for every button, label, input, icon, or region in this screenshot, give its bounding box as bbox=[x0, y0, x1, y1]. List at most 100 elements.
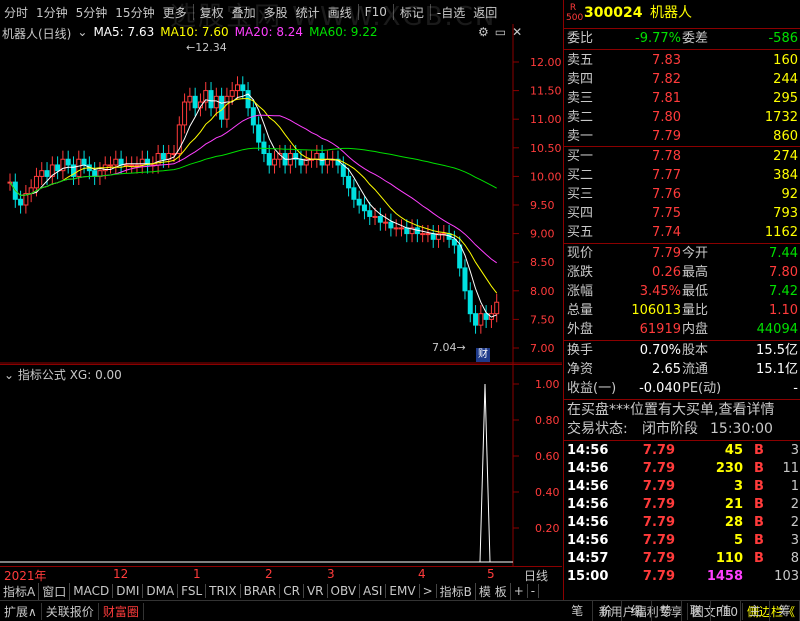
quote-label: 最高 bbox=[682, 265, 709, 280]
tick-price: 7.79 bbox=[642, 443, 675, 458]
toolbar-item[interactable]: 1分钟 bbox=[32, 4, 72, 21]
indicator-tab[interactable]: VR bbox=[304, 584, 328, 598]
toolbar: 分时 1分钟 5分钟 15分钟 更多 复权 叠加 多股 统计 画线 F10 标记 -自选 返回 bbox=[0, 0, 562, 25]
indicator-title[interactable]: ⌄ 指标公式 XG: 0.00 bbox=[4, 366, 122, 383]
y-tick-label: 7.50 bbox=[530, 313, 555, 326]
buys-label: 买二 bbox=[567, 168, 594, 183]
toolbar-item[interactable]: 画线 bbox=[324, 4, 356, 21]
minimize-icon[interactable]: ▭ bbox=[495, 25, 506, 39]
toolbar-item[interactable]: 分时 bbox=[0, 4, 32, 21]
quote-row: 涨跌 0.26 最高 7.80 bbox=[564, 263, 800, 282]
candle-body bbox=[393, 227, 399, 230]
toolbar-divider bbox=[392, 4, 394, 20]
bottom-tab[interactable]: 关联报价 bbox=[42, 602, 99, 620]
right-tab[interactable]: 笔 bbox=[563, 601, 593, 621]
toolbar-item[interactable]: 多股 bbox=[260, 4, 292, 21]
indicator-tab[interactable]: OBV bbox=[328, 584, 361, 598]
toolbar-item[interactable]: 返回 bbox=[469, 4, 501, 21]
fund-label: 股本 bbox=[682, 343, 709, 358]
indicator-tab[interactable]: 模 板 bbox=[476, 582, 511, 600]
indicator-tab[interactable]: CR bbox=[280, 584, 304, 598]
right-tab[interactable]: 主 bbox=[741, 601, 771, 621]
bottom-tab[interactable]: 扩展∧ bbox=[0, 602, 42, 620]
toolbar-item[interactable]: 15分钟 bbox=[111, 4, 158, 21]
kline-chart[interactable]: 12.00 11.50 11.00 10.50 10.00 9.50 9.00 8.50 8.0… bbox=[0, 24, 562, 364]
right-tab[interactable]: 筹 bbox=[770, 601, 800, 621]
toolbar-item[interactable]: -自选 bbox=[433, 4, 469, 21]
sells-row[interactable]: 卖五 7.83 160 bbox=[564, 51, 800, 70]
news-ticker[interactable]: 在买盘***位置有大买单,查看详情 bbox=[564, 401, 800, 420]
settings-icon[interactable]: ⚙ bbox=[478, 25, 489, 39]
fund-label: 换手 bbox=[567, 343, 594, 358]
tick-count: 3 bbox=[790, 443, 799, 458]
right-tab[interactable]: 联 bbox=[682, 601, 712, 621]
sells-row[interactable]: 卖一 7.79 860 bbox=[564, 127, 800, 146]
indicator-tab[interactable]: > bbox=[420, 584, 437, 598]
tick-count: 11 bbox=[782, 461, 799, 476]
sells-label: 卖一 bbox=[567, 129, 594, 144]
tick-time: 14:56 bbox=[567, 515, 609, 530]
quote-label: 涨跌 bbox=[567, 265, 594, 280]
buys-row[interactable]: 买五 7.74 1162 bbox=[564, 223, 800, 242]
toolbar-item[interactable]: 更多 bbox=[159, 4, 191, 21]
right-tab[interactable]: 值 bbox=[711, 601, 741, 621]
toolbar-item[interactable]: 标记 bbox=[396, 4, 428, 21]
indicator-tab[interactable]: - bbox=[528, 584, 540, 598]
trade-status: 交易状态: 闭市阶段 15:30:00 bbox=[567, 421, 773, 437]
main-chart-header: 机器人(日线) ⌄ MA5: 7.63 MA10: 7.60 MA20: 8.24 M… bbox=[2, 25, 377, 41]
indicator-tab[interactable]: TRIX bbox=[206, 584, 241, 598]
indicator-tab[interactable]: FSL bbox=[178, 584, 207, 598]
buys-row[interactable]: 买一 7.78 274 bbox=[564, 147, 800, 166]
buys-price: 7.75 bbox=[652, 206, 681, 221]
candle-body bbox=[224, 95, 230, 120]
sells-label: 卖三 bbox=[567, 91, 594, 106]
indicator-tab[interactable]: BRAR bbox=[241, 584, 281, 598]
tick-count: 3 bbox=[790, 533, 799, 548]
x-axis-label: 2 bbox=[265, 567, 273, 581]
bottom-tab[interactable]: 财富圈 bbox=[99, 602, 144, 620]
candle-body bbox=[134, 164, 140, 167]
close-icon[interactable]: ✕ bbox=[512, 25, 522, 39]
indicator-tab[interactable]: DMI bbox=[113, 584, 144, 598]
candle-body bbox=[383, 221, 389, 224]
y-tick-label: 8.00 bbox=[530, 285, 555, 298]
indicator-tab[interactable]: DMA bbox=[143, 584, 179, 598]
quote-row: 外盘 61919 内盘 44094 bbox=[564, 320, 800, 339]
low-price-label: 7.04→ bbox=[432, 341, 466, 354]
candle-body bbox=[113, 158, 119, 166]
tick-volume: 5 bbox=[733, 533, 743, 548]
indicator-chart[interactable]: 1.00 0.80 0.60 0.40 0.20 bbox=[0, 364, 562, 566]
indicator-tab[interactable]: ASI bbox=[360, 584, 387, 598]
fund-label: PE(动) bbox=[682, 381, 722, 396]
buys-row[interactable]: 买三 7.76 92 bbox=[564, 185, 800, 204]
indicator-tab[interactable]: EMV bbox=[386, 584, 420, 598]
candle-body bbox=[234, 84, 240, 92]
sells-price: 7.81 bbox=[652, 91, 681, 106]
sells-row[interactable]: 卖四 7.82 244 bbox=[564, 70, 800, 89]
toolbar-item[interactable]: 叠加 bbox=[228, 4, 260, 21]
toolbar-item[interactable]: 统计 bbox=[292, 4, 324, 21]
buys-row[interactable]: 买四 7.75 793 bbox=[564, 204, 800, 223]
finance-badge[interactable]: 财 bbox=[476, 348, 490, 362]
chevron-down-icon[interactable]: ⌄ bbox=[77, 25, 87, 41]
quote-label: 今开 bbox=[682, 246, 709, 261]
indicator-tab[interactable]: MACD bbox=[70, 584, 114, 598]
candle-body bbox=[462, 267, 468, 292]
right-tab[interactable]: 势 bbox=[652, 601, 682, 621]
toolbar-item[interactable]: 5分钟 bbox=[72, 4, 112, 21]
right-tab[interactable]: 价 bbox=[593, 601, 623, 621]
buys-row[interactable]: 买二 7.77 384 bbox=[564, 166, 800, 185]
indicator-tab[interactable]: 窗口 bbox=[39, 582, 71, 600]
indicator-tab[interactable]: 指标A bbox=[0, 582, 40, 600]
toolbar-item[interactable]: 复权 bbox=[196, 4, 228, 21]
sells-row[interactable]: 卖三 7.81 295 bbox=[564, 89, 800, 108]
right-tab[interactable]: 细 bbox=[622, 601, 652, 621]
toolbar-item[interactable]: F10 bbox=[361, 5, 391, 19]
indicator-tab[interactable]: + bbox=[511, 584, 528, 598]
toolbar-divider bbox=[192, 4, 194, 20]
x-axis-label: 3 bbox=[327, 567, 335, 581]
sells-row[interactable]: 卖二 7.80 1732 bbox=[564, 108, 800, 127]
indicator-tab[interactable]: 指标B bbox=[437, 582, 476, 600]
tick-row: 14:56 7.79 21 B 2 bbox=[564, 495, 800, 514]
y-tick-label: 9.50 bbox=[530, 199, 555, 212]
